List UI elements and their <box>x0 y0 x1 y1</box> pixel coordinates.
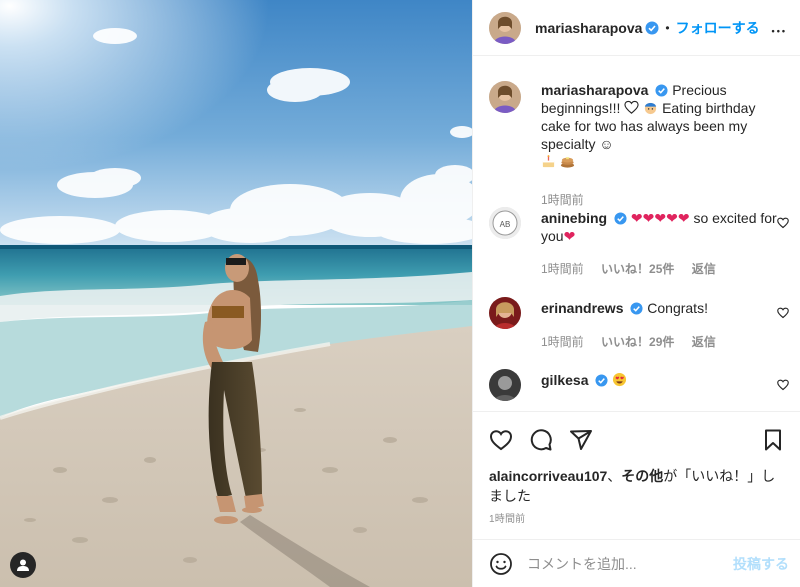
post-comment-button[interactable]: 投稿する <box>733 554 789 574</box>
like-comment-heart-icon[interactable] <box>777 307 789 319</box>
separator-dot: • <box>665 20 670 35</box>
comment-input[interactable] <box>527 555 717 572</box>
verified-badge-icon <box>655 84 668 97</box>
comment-username[interactable]: erinandrews <box>541 300 623 316</box>
commenter-avatar[interactable]: AB <box>489 207 521 239</box>
cake-emoji-icon <box>542 155 555 168</box>
commenter-avatar[interactable] <box>489 297 521 329</box>
comment-text: aninebing ❤❤❤❤❤ so excited for you❤ <box>541 209 781 245</box>
comment-text: erinandrews Congrats! <box>541 299 781 317</box>
comment-username[interactable]: aninebing <box>541 210 607 226</box>
likes-others-link[interactable]: その他 <box>621 468 663 484</box>
like-comment-heart-icon[interactable] <box>777 379 789 391</box>
red-heart-emoji: ❤ <box>563 228 576 244</box>
like-comment-heart-icon[interactable] <box>777 217 789 229</box>
share-icon[interactable] <box>569 428 593 452</box>
caption-text: mariasharapova Precious beginnings!!! Ea… <box>541 81 781 171</box>
caption-meta: 1時間前 <box>541 191 598 208</box>
comment-timestamp: 1時間前 <box>541 262 584 276</box>
comment-icon[interactable] <box>529 428 553 452</box>
author-username[interactable]: mariasharapova <box>535 20 642 36</box>
verified-badge-icon <box>645 21 659 34</box>
caption-username[interactable]: mariasharapova <box>541 82 648 98</box>
comment-reply-button[interactable]: 返信 <box>692 335 716 349</box>
likes-separator: 、 <box>607 468 622 484</box>
comment-meta: 1時間前 いいね！25件 返信 <box>541 260 730 277</box>
more-icon: ••• <box>771 26 787 36</box>
comment-item: AB aninebing ❤❤❤❤❤ so excited for you❤ 1… <box>489 207 789 287</box>
more-options-button[interactable]: ••• <box>772 18 787 39</box>
comment-likes-count[interactable]: いいね！25件 <box>601 262 674 276</box>
bookmark-icon[interactable] <box>761 428 785 452</box>
comments-list[interactable]: mariasharapova Precious beginnings!!! Ea… <box>473 57 800 410</box>
comment-username[interactable]: gilkesa <box>541 372 588 388</box>
pancakes-emoji-icon <box>560 157 574 168</box>
svg-text:AB: AB <box>500 220 511 229</box>
post-timestamp[interactable]: 1時間前 <box>489 510 525 525</box>
post-side-panel: mariasharapova • フォローする ••• mariasharapo… <box>472 0 800 587</box>
baby-emoji-icon <box>645 102 657 115</box>
comment-item: gilkesa <box>489 369 789 410</box>
comment-item: erinandrews Congrats! 1時間前 いいね！29件 返信 <box>489 297 789 377</box>
red-hearts-emoji: ❤❤❤❤❤ <box>630 210 690 226</box>
comment-likes-count[interactable]: いいね！29件 <box>601 335 674 349</box>
post-actions-bar <box>473 411 800 467</box>
post-header: mariasharapova • フォローする ••• <box>473 0 800 56</box>
commenter-avatar[interactable] <box>489 369 521 401</box>
follow-button[interactable]: フォローする <box>676 18 760 38</box>
caption-timestamp: 1時間前 <box>541 193 584 207</box>
beach-photo <box>0 0 472 587</box>
user-tag-icon <box>17 559 29 571</box>
comment-timestamp: 1時間前 <box>541 335 584 349</box>
user-tag-button[interactable] <box>10 552 36 578</box>
heart-eyes-emoji-icon <box>613 372 627 387</box>
post-photo[interactable] <box>0 0 472 587</box>
likes-first-user[interactable]: alaincorriveau107 <box>489 468 607 484</box>
author-avatar[interactable] <box>489 11 521 44</box>
instagram-post-modal: mariasharapova • フォローする ••• mariasharapo… <box>0 0 800 587</box>
caption-author-avatar[interactable] <box>489 81 521 113</box>
smile-emoji-icon: ☺ <box>599 136 614 152</box>
like-heart-icon[interactable] <box>489 428 513 452</box>
verified-badge-icon <box>614 212 627 225</box>
comment-body: Congrats! <box>647 300 708 316</box>
comment-text: gilkesa <box>541 371 781 389</box>
comment-reply-button[interactable]: 返信 <box>692 262 716 276</box>
comment-meta: 1時間前 いいね！29件 返信 <box>541 333 730 350</box>
emoji-icon[interactable] <box>489 552 513 576</box>
add-comment-bar: 投稿する <box>473 539 800 587</box>
verified-badge-icon <box>630 302 643 315</box>
verified-badge-icon <box>595 374 608 387</box>
white-heart-icon <box>624 100 639 114</box>
caption: mariasharapova Precious beginnings!!! Ea… <box>489 81 789 207</box>
likes-summary: alaincorriveau107、その他が「いいね！」しました <box>489 466 789 506</box>
